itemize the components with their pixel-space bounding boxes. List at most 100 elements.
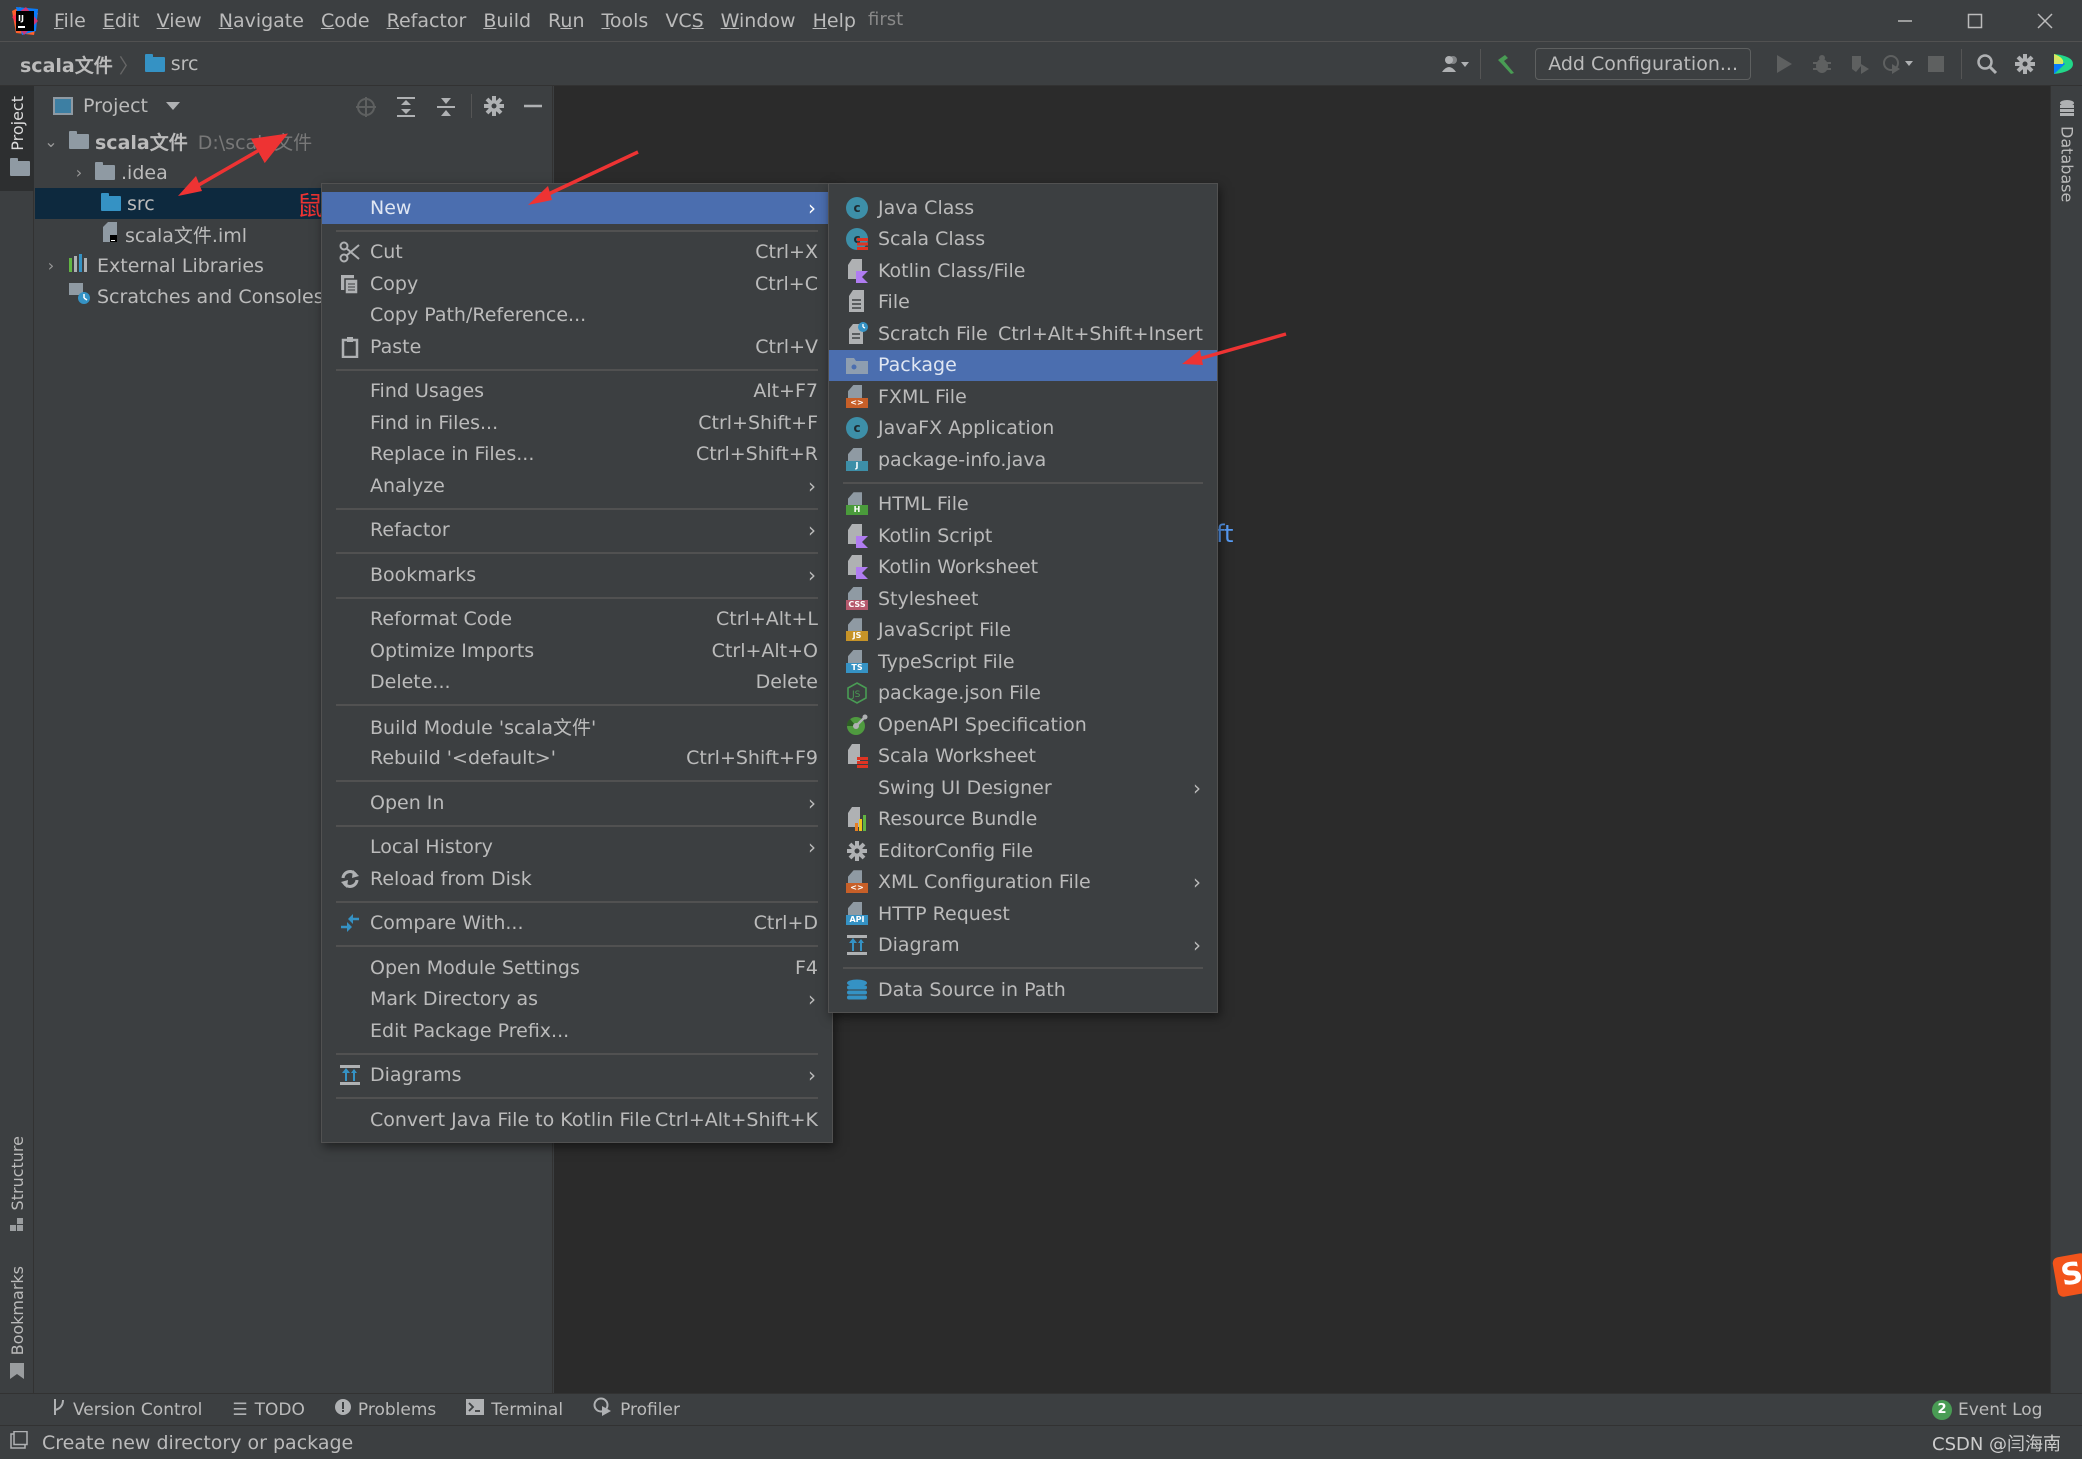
- breadcrumb-project[interactable]: scala文件: [20, 51, 113, 78]
- new-menu-item-package-json-file[interactable]: JS package.json File: [829, 678, 1217, 710]
- new-menu-item-editorconfig-file[interactable]: EditorConfig File: [829, 835, 1217, 867]
- menu-build[interactable]: Build: [483, 10, 531, 32]
- context-menu-item-paste[interactable]: Paste Ctrl+V: [322, 331, 832, 363]
- tool-tab-problems[interactable]: Problems: [334, 1399, 436, 1420]
- new-menu-item-openapi-specification[interactable]: OpenAPI Specification: [829, 709, 1217, 741]
- minimize-button[interactable]: [1878, 4, 1932, 38]
- context-menu-item-delete[interactable]: Delete... Delete: [322, 667, 832, 699]
- panel-options-gear-icon[interactable]: [483, 95, 505, 117]
- new-menu-item-javascript-file[interactable]: JS JavaScript File: [829, 615, 1217, 647]
- context-menu-item-open-module-settings[interactable]: Open Module Settings F4: [322, 952, 832, 984]
- new-menu-item-scratch-file[interactable]: Scratch File Ctrl+Alt+Shift+Insert: [829, 318, 1217, 350]
- user-accounts-button[interactable]: [1436, 45, 1474, 83]
- new-menu-item-data-source-in-path[interactable]: Data Source in Path: [829, 974, 1217, 1006]
- run-icon[interactable]: [1765, 45, 1803, 83]
- new-menu-item-swing-ui-designer[interactable]: Swing UI Designer ›: [829, 772, 1217, 804]
- tool-tab-version-control[interactable]: Version Control: [52, 1398, 202, 1421]
- context-menu-item-replace-in-files[interactable]: Replace in Files... Ctrl+Shift+R: [322, 439, 832, 471]
- hide-panel-icon[interactable]: [523, 95, 543, 117]
- context-menu-item-bookmarks[interactable]: Bookmarks ›: [322, 559, 832, 591]
- new-menu-item-html-file[interactable]: H HTML File: [829, 489, 1217, 521]
- tool-tab-terminal[interactable]: Terminal: [466, 1399, 563, 1420]
- context-menu-item-edit-package-prefix[interactable]: Edit Package Prefix...: [322, 1015, 832, 1047]
- menu-help[interactable]: Help: [813, 10, 856, 32]
- search-icon[interactable]: [1968, 45, 2006, 83]
- menu-run[interactable]: Run: [548, 10, 584, 32]
- chevron-down-icon[interactable]: [166, 101, 181, 111]
- profile-icon[interactable]: [1879, 45, 1917, 83]
- run-with-coverage-icon[interactable]: [1841, 45, 1879, 83]
- chevron-down-icon[interactable]: ⌄: [43, 132, 59, 151]
- context-menu-item-mark-directory-as[interactable]: Mark Directory as ›: [322, 984, 832, 1016]
- menu-edit[interactable]: Edit: [103, 10, 140, 32]
- menu-navigate[interactable]: Navigate: [219, 10, 304, 32]
- menu-window[interactable]: Window: [721, 10, 796, 32]
- breadcrumb-src[interactable]: src: [171, 53, 199, 75]
- context-menu-item-find-usages[interactable]: Find Usages Alt+F7: [322, 376, 832, 408]
- new-menu-item-scala-worksheet[interactable]: Scala Worksheet: [829, 741, 1217, 773]
- close-button[interactable]: [2018, 4, 2072, 38]
- context-menu-item-refactor[interactable]: Refactor ›: [322, 515, 832, 547]
- stop-icon[interactable]: [1917, 45, 1955, 83]
- chevron-right-icon[interactable]: ›: [71, 163, 87, 182]
- debug-icon[interactable]: [1803, 45, 1841, 83]
- new-menu-item-file[interactable]: File: [829, 287, 1217, 319]
- chevron-right-icon[interactable]: ›: [43, 256, 59, 275]
- new-menu-item-xml-configuration-file[interactable]: <> XML Configuration File ›: [829, 867, 1217, 899]
- context-menu-item-cut[interactable]: Cut Ctrl+X: [322, 237, 832, 269]
- context-menu-item-find-in-files[interactable]: Find in Files... Ctrl+Shift+F: [322, 407, 832, 439]
- new-menu-item-stylesheet[interactable]: CSS Stylesheet: [829, 583, 1217, 615]
- context-menu-item-copy[interactable]: Copy Ctrl+C: [322, 268, 832, 300]
- new-menu-item-javafx-application[interactable]: c JavaFX Application: [829, 413, 1217, 445]
- menu-refactor[interactable]: Refactor: [387, 10, 467, 32]
- new-menu-item-scala-class[interactable]: c Scala Class: [829, 224, 1217, 256]
- context-menu-item-build-module-scala[interactable]: Build Module 'scala文件': [322, 711, 832, 743]
- context-menu-item-compare-with[interactable]: Compare With... Ctrl+D: [322, 908, 832, 940]
- tool-tab-profiler[interactable]: Profiler: [593, 1397, 680, 1422]
- context-menu-item-reload-from-disk[interactable]: Reload from Disk: [322, 863, 832, 895]
- context-menu-item-analyze[interactable]: Analyze ›: [322, 470, 832, 502]
- project-view-title[interactable]: Project: [83, 95, 148, 117]
- context-menu-item-copy-path-reference[interactable]: Copy Path/Reference...: [322, 300, 832, 332]
- tool-tab-bookmarks[interactable]: Bookmarks: [0, 1266, 34, 1380]
- new-menu-item-kotlin-script[interactable]: Kotlin Script: [829, 520, 1217, 552]
- new-menu-item-resource-bundle[interactable]: Resource Bundle: [829, 804, 1217, 836]
- new-menu-item-diagram[interactable]: Diagram ›: [829, 930, 1217, 962]
- new-menu-item-java-class[interactable]: c Java Class: [829, 192, 1217, 224]
- menu-file[interactable]: File: [54, 10, 86, 32]
- code-with-me-icon[interactable]: [2044, 45, 2082, 83]
- menu-view[interactable]: View: [157, 10, 202, 32]
- settings-gear-icon[interactable]: [2006, 45, 2044, 83]
- add-configuration-button[interactable]: Add Configuration...: [1535, 48, 1751, 80]
- expand-all-icon[interactable]: [395, 96, 417, 118]
- context-menu-item-local-history[interactable]: Local History ›: [322, 832, 832, 864]
- tool-tab-todo[interactable]: ☰ TODO: [232, 1400, 305, 1420]
- menu-code[interactable]: Code: [321, 10, 370, 32]
- new-menu-item-package-info-java[interactable]: Jpackage-info.java: [829, 444, 1217, 476]
- event-log-button[interactable]: 2 Event Log: [1932, 1399, 2042, 1420]
- context-menu-item-diagrams[interactable]: Diagrams ›: [322, 1060, 832, 1092]
- context-menu-item-convert-java-file-to-kotlin-file[interactable]: Convert Java File to Kotlin File Ctrl+Alt…: [322, 1104, 832, 1136]
- context-menu-item-new[interactable]: New ›: [322, 192, 832, 224]
- context-menu-item-reformat-code[interactable]: Reformat Code Ctrl+Alt+L: [322, 604, 832, 636]
- new-menu-item-http-request[interactable]: API HTTP Request: [829, 898, 1217, 930]
- tool-tab-database[interactable]: Database: [2051, 100, 2082, 202]
- tool-tab-project[interactable]: Project: [0, 86, 34, 191]
- menu-vcs[interactable]: VCS: [665, 10, 703, 32]
- locate-target-icon[interactable]: [355, 96, 377, 118]
- toggle-tool-windows-icon[interactable]: [10, 1430, 28, 1454]
- new-menu-item-kotlin-class-file[interactable]: Kotlin Class/File: [829, 255, 1217, 287]
- context-menu-item-optimize-imports[interactable]: Optimize Imports Ctrl+Alt+O: [322, 635, 832, 667]
- context-menu-item-rebuild-default[interactable]: Rebuild '<default>' Ctrl+Shift+F9: [322, 743, 832, 775]
- new-menu-item-fxml-file[interactable]: <> FXML File: [829, 381, 1217, 413]
- maximize-button[interactable]: [1948, 4, 2002, 38]
- tree-item-project-root[interactable]: ⌄ scala文件 D:\scala文件: [35, 126, 553, 157]
- context-menu-item-open-in[interactable]: Open In ›: [322, 787, 832, 819]
- collapse-all-icon[interactable]: [435, 96, 457, 118]
- new-menu-item-package[interactable]: Package: [829, 349, 1217, 381]
- build-hammer-icon[interactable]: [1487, 45, 1525, 83]
- menu-tools[interactable]: Tools: [602, 10, 649, 32]
- new-menu-item-typescript-file[interactable]: TS TypeScript File: [829, 646, 1217, 678]
- tool-tab-structure[interactable]: Structure: [0, 1136, 34, 1232]
- new-menu-item-kotlin-worksheet[interactable]: Kotlin Worksheet: [829, 552, 1217, 584]
